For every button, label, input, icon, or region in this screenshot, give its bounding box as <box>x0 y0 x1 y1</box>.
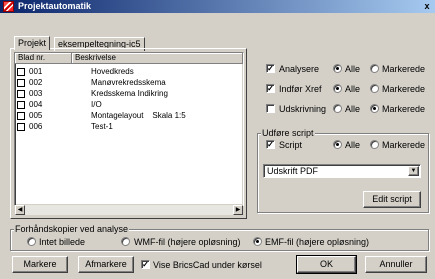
wmf-label: WMF-fil (højere opløsning) <box>134 237 241 247</box>
row-checkbox[interactable] <box>17 68 25 76</box>
sheet-description: Hovedkreds <box>91 67 134 76</box>
udskrivning-checkbox[interactable] <box>266 104 275 113</box>
sheet-number: 002 <box>29 78 43 87</box>
markerede-label: Markerede <box>382 84 426 94</box>
script-markerede-radio[interactable] <box>370 140 379 149</box>
udskrivning-markerede-radio[interactable] <box>370 104 379 113</box>
edit-script-button[interactable]: Edit script <box>363 191 421 208</box>
sheet-number: 004 <box>29 100 43 109</box>
close-icon[interactable]: x <box>422 1 432 12</box>
list-item[interactable]: 003 Kredsskema Indikring <box>15 89 243 99</box>
intet-billede-label: Intet billede <box>39 237 86 247</box>
sheet-description: Kredsskema Indikring <box>91 89 168 98</box>
list-item[interactable]: 002 Manøvrekredsskema <box>15 78 243 88</box>
sheet-list[interactable]: Blad nr. Beskrivelse 001 Hovedkreds 002 … <box>14 52 244 206</box>
arrow-left-icon[interactable]: ◀ <box>15 205 25 215</box>
arrow-right-icon[interactable]: ▶ <box>233 205 243 215</box>
sheet-number: 005 <box>29 111 43 120</box>
list-item[interactable]: 004 I/O <box>15 100 243 110</box>
row-checkbox[interactable] <box>17 123 25 131</box>
wmf-radio[interactable] <box>121 237 130 246</box>
intet-billede-radio[interactable] <box>27 237 36 246</box>
projekt-automation-icon <box>3 1 14 12</box>
annuller-button[interactable]: Annuller <box>365 256 427 273</box>
alle-label: Alle <box>345 104 361 114</box>
row-checkbox[interactable] <box>17 101 25 109</box>
sheet-number: 006 <box>29 122 43 131</box>
analysere-markerede-radio[interactable] <box>370 64 379 73</box>
title-bar: Projektautomatik x <box>0 0 435 13</box>
sheet-description: Montagelayout Skala 1:5 <box>91 111 186 120</box>
markerede-label: Markerede <box>382 104 426 114</box>
sheet-description: Test-1 <box>91 122 113 131</box>
script-checkbox[interactable]: ✓ <box>266 140 275 149</box>
sheet-description: I/O <box>91 100 102 109</box>
indfor-xref-checkbox[interactable]: ✓ <box>266 84 275 93</box>
row-checkbox[interactable] <box>17 112 25 120</box>
sheet-description: Manøvrekredsskema <box>91 78 166 87</box>
markerede-label: Markerede <box>382 140 426 150</box>
script-alle-radio[interactable] <box>333 140 342 149</box>
vise-bricscad-checkbox[interactable]: ✓ <box>141 260 150 269</box>
alle-label: Alle <box>345 64 361 74</box>
sheet-number: 001 <box>29 67 43 76</box>
udskrivning-alle-radio[interactable] <box>333 104 342 113</box>
list-item[interactable]: 006 Test-1 <box>15 122 243 132</box>
analysere-label: Analysere <box>279 64 320 74</box>
row-checkbox[interactable] <box>17 90 25 98</box>
emf-radio[interactable] <box>253 237 262 246</box>
script-label: Script <box>279 140 303 150</box>
emf-label: EMF-fil (højere opløsning) <box>265 237 370 247</box>
script-dropdown-value: Udskrift PDF <box>267 166 319 176</box>
alle-label: Alle <box>345 84 361 94</box>
script-dropdown[interactable]: Udskrift PDF ▼ <box>263 164 421 178</box>
markere-button[interactable]: Markere <box>12 256 68 273</box>
column-header-blad-nr[interactable]: Blad nr. <box>15 53 72 64</box>
indfor-markerede-radio[interactable] <box>370 84 379 93</box>
indfor-alle-radio[interactable] <box>333 84 342 93</box>
list-item[interactable]: 001 Hovedkreds <box>15 67 243 77</box>
row-checkbox[interactable] <box>17 79 25 87</box>
afmarkere-button[interactable]: Afmarkere <box>78 256 134 273</box>
tab-projekt[interactable]: Projekt <box>14 36 51 50</box>
list-item[interactable]: 005 Montagelayout Skala 1:5 <box>15 111 243 121</box>
analysere-alle-radio[interactable] <box>333 64 342 73</box>
alle-label: Alle <box>345 140 361 150</box>
analysere-checkbox[interactable]: ✓ <box>266 64 275 73</box>
sheet-number: 003 <box>29 89 43 98</box>
markerede-label: Markerede <box>382 64 426 74</box>
ok-button[interactable]: OK <box>296 255 357 274</box>
column-header-beskrivelse[interactable]: Beskrivelse <box>72 53 243 64</box>
udskrivning-label: Udskrivning <box>279 104 327 114</box>
chevron-down-icon[interactable]: ▼ <box>408 166 419 176</box>
window-title: Projektautomatik <box>18 1 92 11</box>
horizontal-scrollbar[interactable]: ◀ ▶ <box>15 205 243 215</box>
script-group-title: Udføre script <box>261 128 315 138</box>
indfor-xref-label: Indfør Xref <box>279 84 322 94</box>
vise-bricscad-label: Vise BricsCad under kørsel <box>153 260 262 270</box>
preview-group-title: Forhåndskopier ved analyse <box>14 224 130 234</box>
